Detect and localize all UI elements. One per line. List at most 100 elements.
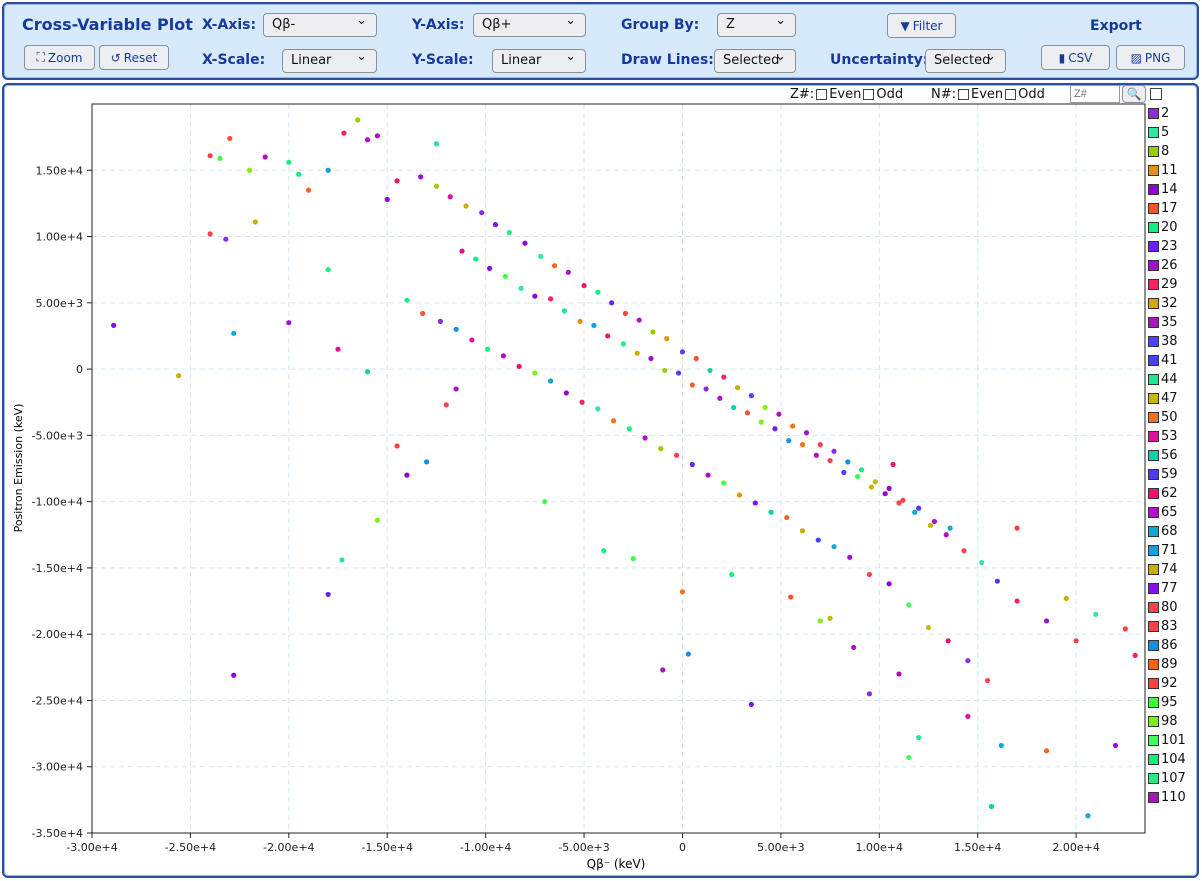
data-point-z2 [437,318,443,324]
legend-item-98[interactable]: 98 [1148,714,1178,729]
legend-item-59[interactable]: 59 [1148,467,1178,482]
y-tick-label: -1.00e+4 [32,496,83,509]
legend-item-14[interactable]: 14 [1148,182,1178,197]
legend-item-71[interactable]: 71 [1148,543,1178,558]
data-point-z26 [1043,618,1050,624]
data-point-z89 [305,187,312,193]
legend-item-74[interactable]: 74 [1148,562,1178,577]
data-point-z56 [731,404,737,411]
data-point-z98 [762,404,768,411]
legend-item-95[interactable]: 95 [1148,695,1178,710]
legend-label: 11 [1161,163,1178,178]
data-point-z56 [707,367,713,374]
legend-item-50[interactable]: 50 [1148,410,1178,425]
data-point-z74 [176,373,182,379]
data-point-z83 [1122,626,1128,632]
legend-item-89[interactable]: 89 [1148,657,1178,672]
legend-item-68[interactable]: 68 [1148,524,1178,539]
legend-item-44[interactable]: 44 [1148,372,1178,387]
legend-item-110[interactable]: 110 [1148,790,1186,805]
data-point-z5 [538,253,544,260]
legend-item-41[interactable]: 41 [1148,353,1178,368]
legend-swatch [1148,659,1159,670]
legend-item-107[interactable]: 107 [1148,771,1186,786]
data-point-z74 [1063,595,1069,601]
legend-item-56[interactable]: 56 [1148,448,1178,463]
data-point-z86 [786,438,792,444]
legend-swatch [1148,412,1159,423]
data-point-z11 [736,492,743,498]
data-point-z98 [817,618,823,624]
data-point-z2 [866,691,873,697]
legend-item-17[interactable]: 17 [1148,201,1178,216]
data-point-z23 [325,591,331,598]
x-tick-label: -2.00e+4 [263,841,314,854]
legend-item-47[interactable]: 47 [1148,391,1178,406]
legend-item-38[interactable]: 38 [1148,334,1178,349]
data-point-z110 [776,411,782,417]
legend-item-29[interactable]: 29 [1148,277,1178,292]
legend-item-77[interactable]: 77 [1148,581,1178,596]
legend-item-32[interactable]: 32 [1148,296,1178,311]
legend-item-101[interactable]: 101 [1148,733,1186,748]
data-point-z5 [979,560,985,566]
legend-item-80[interactable]: 80 [1148,600,1178,615]
y-tick-label: -1.50e+4 [32,562,83,575]
data-point-z26 [286,320,292,326]
legend-label: 50 [1161,410,1178,425]
legend-label: 98 [1161,714,1178,729]
data-point-z53 [469,337,475,343]
data-point-z98 [246,167,253,173]
legend-item-8[interactable]: 8 [1148,144,1169,159]
legend-swatch [1148,583,1159,594]
data-point-z29 [341,130,347,136]
legend-label: 14 [1161,182,1178,197]
legend-item-35[interactable]: 35 [1148,315,1178,330]
legend-item-2[interactable]: 2 [1148,106,1169,121]
data-point-z14 [886,581,892,587]
data-point-z20 [473,256,479,262]
legend-item-5[interactable]: 5 [1148,125,1169,140]
data-point-z104 [729,571,735,578]
data-point-z29 [721,374,727,380]
y-axis-title: Positron Emission (keV) [12,404,25,533]
data-point-z14 [886,485,892,491]
legend-item-53[interactable]: 53 [1148,429,1178,444]
legend-item-86[interactable]: 86 [1148,638,1178,653]
data-point-z83 [961,548,967,554]
data-point-z83 [394,443,400,449]
data-point-z86 [423,459,430,465]
data-point-z38 [679,349,686,355]
data-point-z53 [965,713,971,719]
legend-item-23[interactable]: 23 [1148,239,1178,254]
legend-label: 41 [1161,353,1178,368]
data-point-z98 [374,517,380,523]
data-point-z20 [325,267,331,273]
legend-item-83[interactable]: 83 [1148,619,1178,634]
legend-label: 26 [1161,258,1178,273]
x-tick-label: -1.00e+4 [460,841,511,854]
data-point-z101 [906,602,912,608]
legend-item-62[interactable]: 62 [1148,486,1178,501]
y-tick-label: -2.50e+4 [32,694,83,707]
data-point-z83 [866,571,873,578]
legend-item-104[interactable]: 104 [1148,752,1186,767]
legend-item-26[interactable]: 26 [1148,258,1178,273]
data-point-z44 [339,557,345,563]
data-point-z65 [705,472,711,478]
data-point-z101 [855,473,861,480]
data-point-z53 [459,248,465,254]
grid [91,104,1145,834]
legend-item-92[interactable]: 92 [1148,676,1178,691]
data-point-z80 [827,457,833,464]
legend-label: 20 [1161,220,1178,235]
data-point-z23 [689,461,695,468]
data-point-z14 [882,491,888,497]
legend-item-11[interactable]: 11 [1148,163,1178,178]
data-point-z104 [858,467,865,473]
legend-swatch [1148,260,1159,271]
x-tick-label: -3.00e+4 [66,841,117,854]
data-point-z53 [335,346,341,352]
legend-item-65[interactable]: 65 [1148,505,1178,520]
legend-item-20[interactable]: 20 [1148,220,1178,235]
